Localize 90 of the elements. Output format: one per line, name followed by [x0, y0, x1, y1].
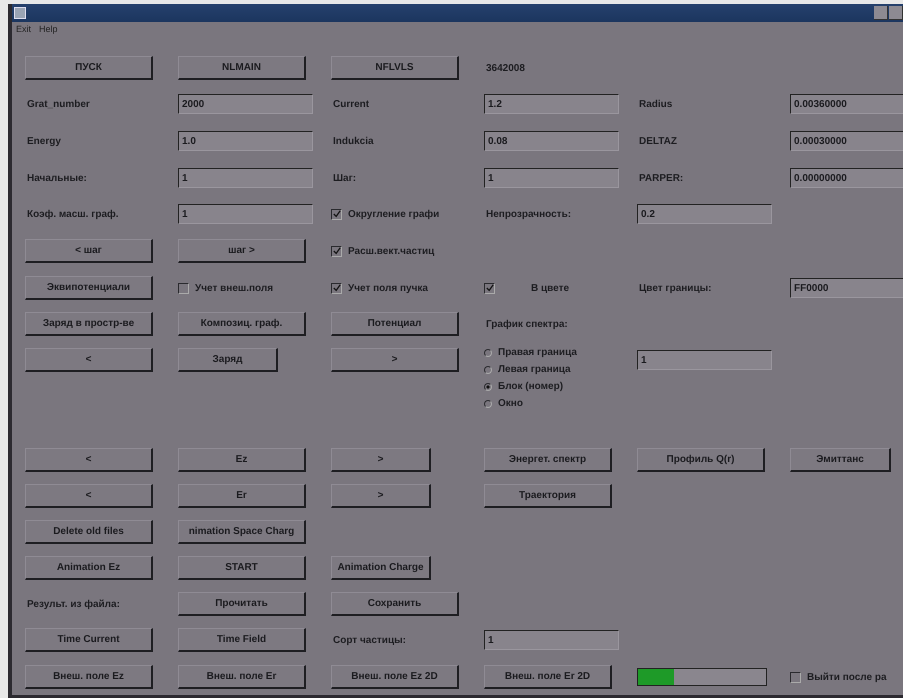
button[interactable]: Заряд в простр-ве — [25, 312, 153, 336]
radio-button[interactable] — [484, 366, 492, 374]
button[interactable]: Animation Ez — [25, 556, 153, 580]
button[interactable]: Траектория — [484, 484, 612, 508]
label: График спектра: — [485, 318, 568, 330]
label: Grat_number — [26, 98, 90, 110]
button[interactable]: < — [25, 348, 153, 372]
label: Коэф. масш. граф. — [26, 208, 119, 220]
button[interactable]: nimation Space Charg — [178, 520, 306, 544]
checkbox[interactable] — [331, 282, 342, 294]
input-field[interactable]: 1 — [178, 168, 313, 188]
checkbox-label: Выйти после ра — [807, 672, 887, 682]
button[interactable]: Потенциал — [331, 312, 459, 336]
checkbox[interactable] — [484, 282, 495, 294]
radio-label: Левая граница — [498, 364, 571, 375]
button[interactable]: NLMAIN — [178, 56, 306, 80]
input-field[interactable]: 2000 — [178, 94, 313, 114]
label: DELTAZ — [638, 136, 677, 146]
button[interactable]: Композиц. граф. — [178, 312, 306, 336]
checkbox[interactable] — [178, 282, 189, 294]
input-field[interactable]: 0.00000000 — [790, 168, 903, 188]
radio-button[interactable] — [484, 382, 492, 390]
label: Сорт частицы: — [332, 634, 406, 646]
button[interactable]: Animation Charge — [331, 556, 431, 580]
label: Indukcia — [332, 136, 374, 146]
button[interactable]: > — [331, 448, 431, 472]
button[interactable]: Внеш. поле Er — [178, 665, 306, 689]
label: Начальные: — [26, 172, 87, 184]
button[interactable]: Time Current — [25, 628, 153, 652]
maximize-button[interactable] — [889, 6, 903, 20]
button[interactable]: < шаг — [25, 239, 153, 263]
button[interactable]: Внеш. поле Ez — [25, 665, 153, 689]
menu-item[interactable]: Help — [39, 24, 58, 34]
input-field[interactable]: FF0000 — [790, 278, 903, 298]
input-field[interactable]: 1.2 — [484, 94, 619, 114]
label: Непрозрачность: — [485, 208, 572, 220]
button[interactable]: Энергет. спектр — [484, 448, 612, 472]
label: PARPER: — [638, 172, 684, 184]
label: Шаг: — [332, 172, 356, 184]
button[interactable]: Ez — [178, 448, 306, 472]
label: Current — [332, 98, 370, 110]
input-field[interactable]: 0.08 — [484, 131, 619, 151]
button[interactable]: > — [331, 348, 459, 372]
menu-item[interactable]: Exit — [16, 24, 32, 34]
input-field[interactable]: 1 — [484, 168, 619, 188]
label: Radius — [638, 98, 672, 110]
label: Цвет границы: — [638, 282, 712, 294]
input-field[interactable]: 1 — [637, 350, 772, 370]
input-field[interactable]: 0.00030000 — [790, 131, 903, 151]
button[interactable]: ПУСК — [25, 56, 153, 80]
checkbox-label: Учет внеш.поля — [195, 282, 274, 294]
button[interactable]: Заряд — [178, 348, 278, 372]
checkbox-label: Учет поля пучка — [348, 282, 428, 294]
input-field[interactable]: 1.0 — [178, 131, 313, 151]
button[interactable]: Delete old files — [25, 520, 153, 544]
button[interactable]: NFLVLS — [331, 56, 459, 80]
radio-label: Правая граница — [498, 347, 577, 358]
button[interactable]: Эквипотенциали — [25, 276, 153, 300]
button[interactable]: > — [331, 484, 431, 508]
app-icon — [14, 7, 26, 19]
button[interactable]: Time Field — [178, 628, 306, 652]
checkbox-label: Расш.вект.частиц — [348, 246, 434, 256]
checkbox[interactable] — [331, 208, 342, 220]
input-field[interactable]: 0.00360000 — [790, 94, 903, 114]
checkbox[interactable] — [790, 672, 801, 682]
button[interactable]: < — [25, 484, 153, 508]
input-field[interactable]: 1 — [178, 204, 313, 224]
button[interactable]: Er — [178, 484, 306, 508]
label: 3642008 — [485, 62, 525, 74]
radio-button[interactable] — [484, 348, 492, 356]
button[interactable]: Профиль Q(r) — [637, 448, 765, 472]
checkbox-label: В цвете — [531, 282, 570, 294]
label: Результ. из файла: — [26, 598, 120, 610]
checkbox-label: Округление графи — [348, 208, 440, 220]
input-field[interactable]: 0.2 — [637, 204, 772, 224]
radio-label: Окно — [498, 398, 523, 409]
button[interactable]: < — [25, 448, 153, 472]
button[interactable]: Сохранить — [331, 592, 459, 616]
label: Energy — [26, 136, 61, 146]
checkbox[interactable] — [331, 246, 342, 256]
minimize-button[interactable] — [874, 6, 888, 20]
button[interactable]: Внеш. поле Er 2D — [484, 665, 612, 689]
button[interactable]: Прочитать — [178, 592, 306, 616]
button[interactable]: Эмиттанс — [790, 448, 891, 472]
radio-button[interactable] — [484, 400, 492, 408]
radio-label: Блок (номер) — [498, 381, 564, 392]
button[interactable]: Внеш. поле Ez 2D — [331, 665, 459, 689]
input-field[interactable]: 1 — [484, 630, 619, 650]
button[interactable]: START — [178, 556, 306, 580]
button[interactable]: шаг > — [178, 239, 306, 263]
